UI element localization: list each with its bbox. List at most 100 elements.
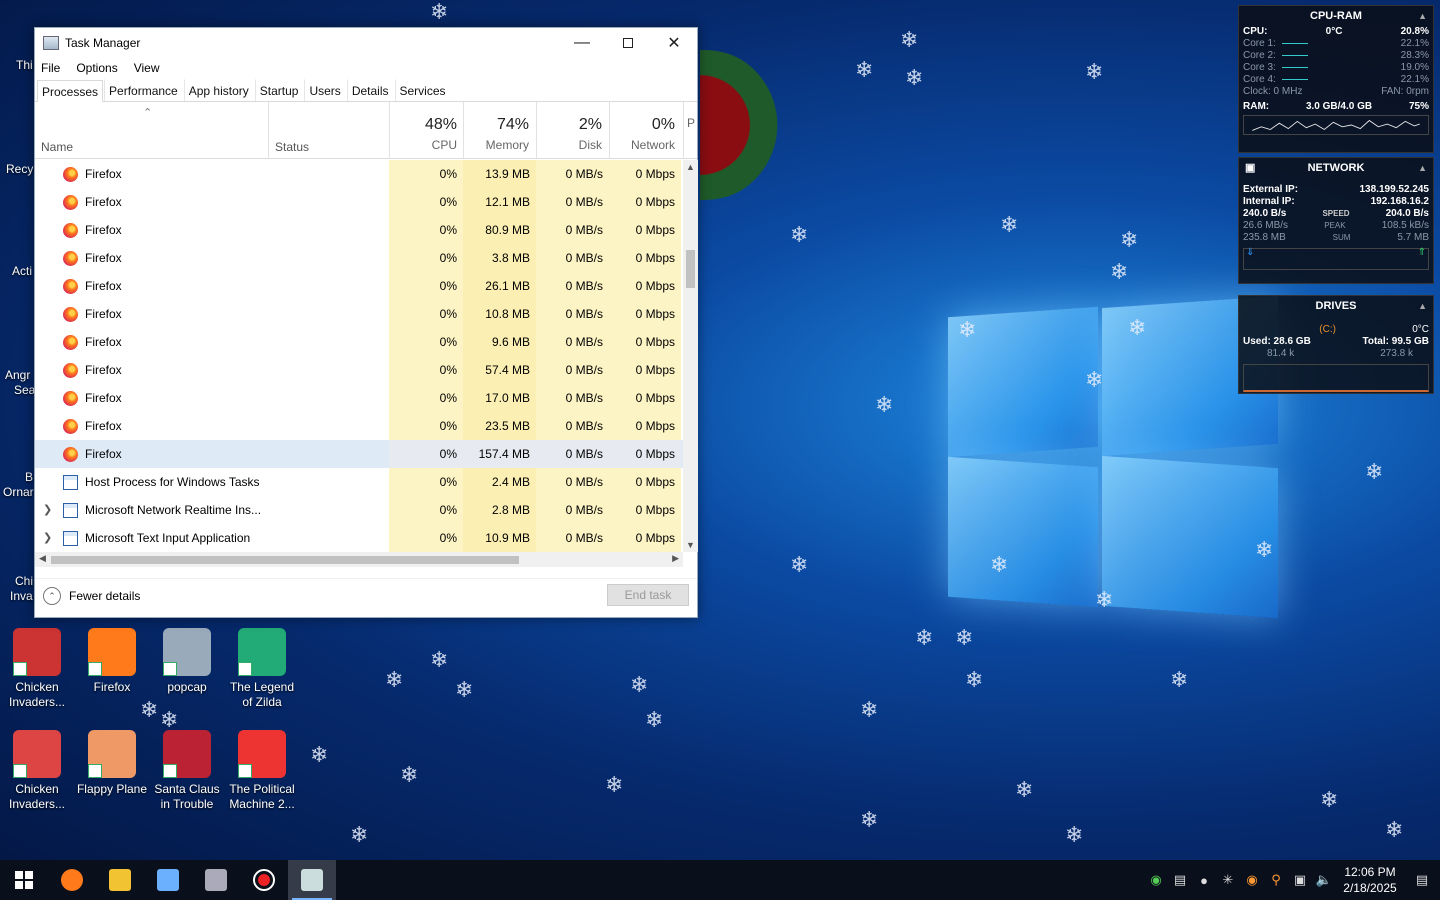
column-network-pct[interactable]: 0% — [609, 116, 675, 134]
memory-cell: 2.8 MB — [463, 496, 536, 524]
app-tray-icon[interactable]: ◉ — [1240, 872, 1264, 888]
record-taskbar-button[interactable] — [240, 860, 288, 900]
process-row[interactable]: Firefox 0% 13.9 MB 0 MB/s 0 Mbps — [35, 160, 685, 188]
cpu-cell: 0% — [389, 524, 463, 552]
desktop-icon[interactable]: Flappy Plane — [75, 730, 149, 797]
collapse-icon[interactable]: ▲ — [1418, 158, 1427, 178]
firefox-taskbar-button[interactable] — [48, 860, 96, 900]
desktop-peek-9[interactable]: Inva — [10, 589, 33, 603]
fewer-details-button[interactable]: ⌃ Fewer details — [43, 587, 140, 605]
scroll-right-icon[interactable]: ▶ — [672, 553, 679, 564]
tab-app-history[interactable]: App history — [183, 79, 254, 101]
desktop-peek-3[interactable]: Acti — [12, 264, 32, 278]
task-manager-taskbar-button[interactable] — [288, 860, 336, 900]
network-gadget[interactable]: ▣ NETWORK ▲ External IP: 138.199.52.245 Int… — [1238, 157, 1434, 284]
tab-startup[interactable]: Startup — [254, 79, 304, 101]
notification-icon[interactable]: ▤ — [1404, 872, 1440, 888]
column-status[interactable]: Status — [275, 140, 309, 154]
file-explorer-taskbar-button[interactable] — [96, 860, 144, 900]
maximize-button[interactable] — [605, 28, 651, 58]
drives-gadget[interactable]: DRIVES ▲ (C:) 0°C Used: 28.6 GB Total: 99.5… — [1238, 295, 1434, 394]
desktop-icon[interactable]: Chicken Invaders... — [0, 628, 74, 710]
expand-chevron-icon[interactable]: ❯ — [43, 531, 52, 544]
process-row[interactable]: Host Process for Windows Tasks 0% 2.4 MB 0 … — [35, 468, 685, 496]
close-button[interactable]: ✕ — [651, 28, 697, 58]
media-taskbar-button[interactable] — [192, 860, 240, 900]
volume-icon[interactable]: 🔈 — [1312, 872, 1336, 888]
process-row[interactable]: Firefox 0% 157.4 MB 0 MB/s 0 Mbps — [35, 440, 685, 468]
desktop-icon[interactable]: Santa Claus in Trouble — [150, 730, 224, 812]
disk-cell: 0 MB/s — [536, 440, 609, 468]
scroll-left-icon[interactable]: ◀ — [39, 553, 46, 564]
column-disk-pct[interactable]: 2% — [536, 116, 602, 134]
desktop-peek-7[interactable]: Ornar — [3, 485, 34, 499]
scroll-down-icon[interactable]: ▼ — [686, 540, 695, 550]
vertical-scrollbar[interactable]: ▲ ▼ — [683, 160, 698, 552]
column-memory-pct[interactable]: 74% — [463, 116, 529, 134]
drop-icon[interactable]: ● — [1192, 873, 1216, 888]
desktop-peek-5[interactable]: Sea — [14, 383, 35, 397]
menu-file[interactable]: File — [41, 61, 60, 75]
column-power-partial[interactable]: P — [687, 116, 695, 130]
process-row[interactable]: Firefox 0% 23.5 MB 0 MB/s 0 Mbps — [35, 412, 685, 440]
end-task-button[interactable]: End task — [607, 584, 689, 606]
clock[interactable]: 12:06 PM 2/18/2025 — [1336, 864, 1404, 896]
tab-processes[interactable]: Processes — [37, 80, 104, 102]
people-taskbar-button[interactable] — [144, 860, 192, 900]
process-name: Firefox — [85, 251, 122, 265]
cpu-ram-gadget[interactable]: CPU-RAM ▲ CPU: 0°C 20.8% Core 1: 22.1% Core… — [1238, 5, 1434, 153]
scroll-thumb[interactable] — [686, 250, 695, 288]
tab-details[interactable]: Details — [346, 79, 394, 101]
column-network[interactable]: Network — [609, 138, 675, 152]
tab-services[interactable]: Services — [394, 79, 451, 101]
minimize-button[interactable]: — — [559, 28, 605, 58]
process-row[interactable]: Firefox 0% 12.1 MB 0 MB/s 0 Mbps — [35, 188, 685, 216]
desktop-peek-6[interactable]: B — [25, 470, 33, 484]
process-row[interactable]: Firefox 0% 57.4 MB 0 MB/s 0 Mbps — [35, 356, 685, 384]
snowflake-icon: ❄ — [385, 668, 404, 693]
snowflake-icon: ❄ — [1085, 60, 1104, 85]
green-status-icon[interactable]: ◉ — [1144, 872, 1168, 888]
column-cpu-pct[interactable]: 48% — [389, 116, 457, 134]
expand-chevron-icon[interactable]: ❯ — [43, 503, 52, 516]
process-row[interactable]: ❯ Microsoft Network Realtime Ins... 0% 2.8 … — [35, 496, 685, 524]
desktop-icon[interactable]: Chicken Invaders... — [0, 730, 74, 812]
process-row[interactable]: Firefox 0% 17.0 MB 0 MB/s 0 Mbps — [35, 384, 685, 412]
menu-options[interactable]: Options — [76, 61, 117, 75]
desktop-icon[interactable]: The Legend of Zilda — [225, 628, 299, 710]
column-memory[interactable]: Memory — [463, 138, 529, 152]
gear-icon[interactable]: ✳ — [1216, 872, 1240, 888]
process-row[interactable]: ❯ Microsoft Text Input Application 0% 10.9 … — [35, 524, 685, 552]
monitor-icon[interactable]: ▤ — [1168, 872, 1192, 888]
collapse-icon[interactable]: ▲ — [1418, 296, 1427, 316]
tab-users[interactable]: Users — [304, 79, 346, 101]
desktop-peek-2[interactable]: Recy — [6, 162, 33, 176]
desktop-icon[interactable]: Firefox — [75, 628, 149, 695]
h-scroll-thumb[interactable] — [51, 556, 519, 564]
collapse-icon[interactable]: ▲ — [1418, 6, 1427, 26]
title-bar[interactable]: Task Manager — ✕ — [35, 28, 697, 58]
scroll-up-icon[interactable]: ▲ — [686, 162, 695, 172]
column-cpu[interactable]: CPU — [389, 138, 457, 152]
snowflake-icon: ❄ — [140, 698, 159, 723]
process-row[interactable]: Firefox 0% 3.8 MB 0 MB/s 0 Mbps — [35, 244, 685, 272]
start-taskbar-button[interactable] — [0, 860, 48, 900]
search-tray-icon[interactable]: ⚲ — [1264, 872, 1288, 888]
core-bar — [1281, 78, 1308, 80]
desktop-icon[interactable]: The Political Machine 2... — [225, 730, 299, 812]
desktop-icon[interactable]: popcap — [150, 628, 224, 695]
network-tray-icon[interactable]: ▣ — [1288, 872, 1312, 888]
process-row[interactable]: Firefox 0% 9.6 MB 0 MB/s 0 Mbps — [35, 328, 685, 356]
menu-view[interactable]: View — [134, 61, 160, 75]
tab-performance[interactable]: Performance — [104, 79, 183, 101]
process-row[interactable]: Firefox 0% 10.8 MB 0 MB/s 0 Mbps — [35, 300, 685, 328]
horizontal-scrollbar[interactable]: ◀ ▶ — [35, 552, 683, 567]
column-name[interactable]: Name — [41, 140, 73, 154]
process-row[interactable]: Firefox 0% 26.1 MB 0 MB/s 0 Mbps — [35, 272, 685, 300]
desktop-peek-8[interactable]: Chi — [15, 574, 33, 588]
desktop-peek-1[interactable]: Thi — [16, 58, 33, 72]
process-row[interactable]: Firefox 0% 80.9 MB 0 MB/s 0 Mbps — [35, 216, 685, 244]
desktop-peek-4[interactable]: Angr — [5, 368, 30, 382]
task-manager-window[interactable]: Task Manager — ✕ File Options View Proce… — [34, 27, 698, 618]
column-disk[interactable]: Disk — [536, 138, 602, 152]
